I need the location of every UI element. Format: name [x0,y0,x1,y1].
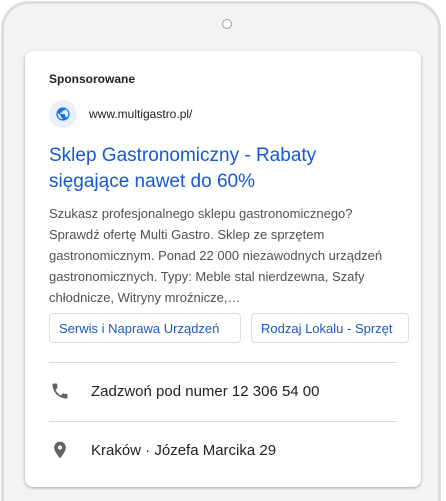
location-extension[interactable]: Kraków · Józefa Marcika 29 [49,439,276,461]
location-label[interactable]: Kraków · Józefa Marcika 29 [91,442,276,459]
call-label[interactable]: Zadzwoń pod numer 12 306 54 00 [91,383,320,400]
divider [49,421,397,422]
ad-url[interactable]: www.multigastro.pl/ [89,107,192,121]
phone-icon [49,380,71,402]
location-pin-icon [49,439,71,461]
headline-line-2[interactable]: sięgające nawet do 60% [49,169,399,195]
sponsored-label: Sponsorowane [49,72,136,86]
sitelink-rodzaj-lokalu[interactable]: Rodzaj Lokalu - Sprzęt [251,313,409,343]
ad-card: Sponsorowane www.multigastro.pl/ Sklep G… [25,51,421,487]
ad-description: Szukasz profesjonalnego sklepu gastronom… [49,206,383,305]
site-row[interactable]: www.multigastro.pl/ [49,100,192,128]
sitelink-serwis[interactable]: Serwis i Naprawa Urządzeń [49,313,241,343]
headline-line-1[interactable]: Sklep Gastronomiczny - Rabaty [49,143,399,169]
globe-icon [49,100,77,128]
divider [49,362,397,363]
sitelinks: Serwis i Naprawa Urządzeń Rodzaj Lokalu … [49,313,409,343]
call-extension[interactable]: Zadzwoń pod numer 12 306 54 00 [49,380,320,402]
ad-headline[interactable]: Sklep Gastronomiczny - Rabaty sięgające … [49,143,399,195]
camera-icon [222,19,232,29]
